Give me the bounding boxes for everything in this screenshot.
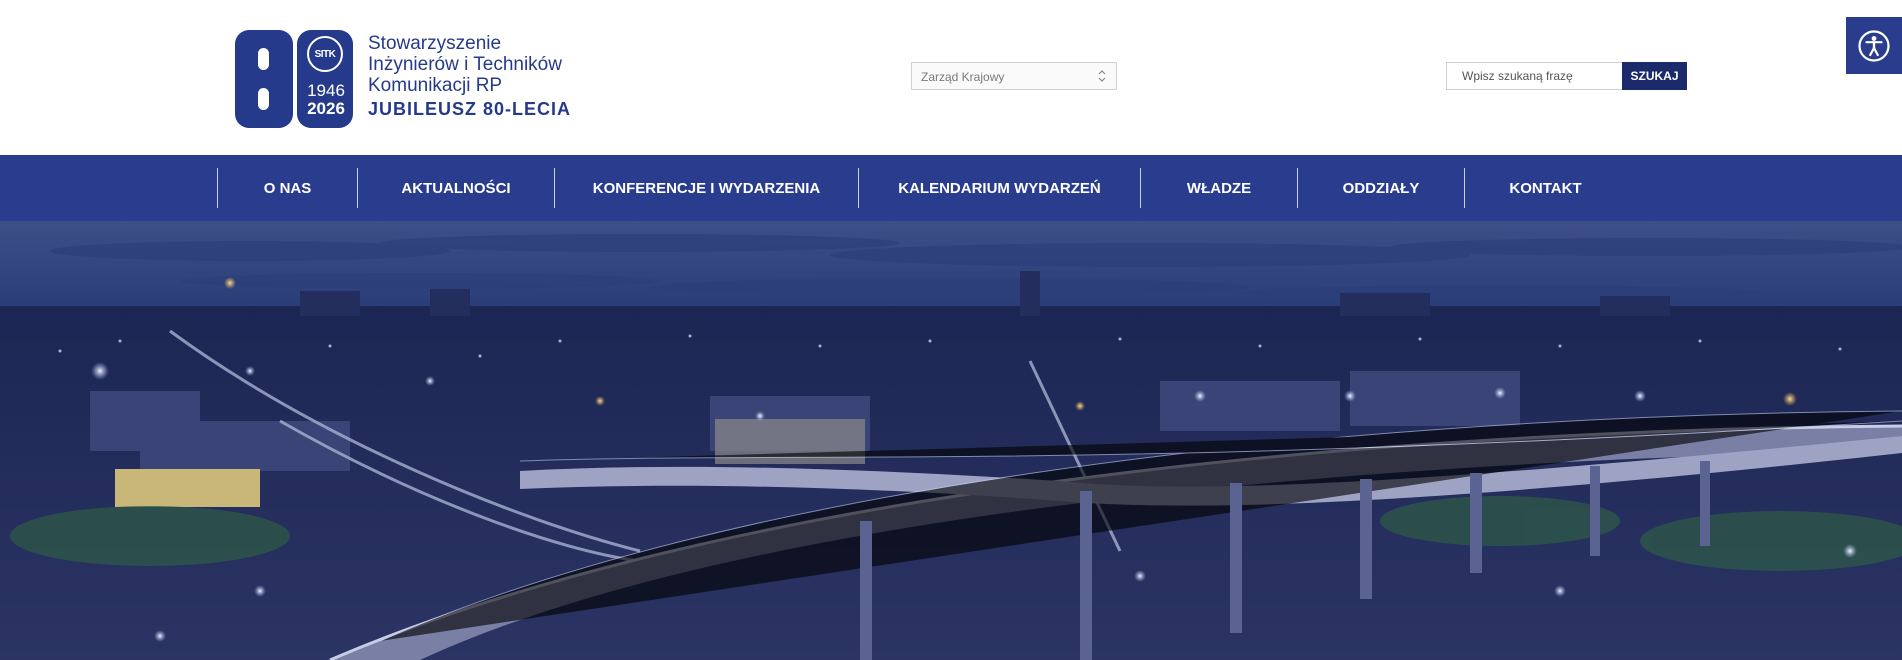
- nav-item-kontakt[interactable]: KONTAKT: [1465, 155, 1626, 221]
- site-logo[interactable]: SITK 1946 2026 Stowarzyszenie Inżynierów…: [235, 30, 570, 128]
- logo-seal: SITK: [307, 36, 343, 72]
- logo-digit-eight: [235, 30, 293, 128]
- search-button[interactable]: SZUKAJ: [1622, 62, 1687, 90]
- search-input[interactable]: [1447, 63, 1622, 89]
- nav-item-kalendarium[interactable]: KALENDARIUM WYDARZEŃ: [859, 155, 1140, 221]
- logo-year-start: 1946: [307, 81, 345, 100]
- select-arrows-icon: [1098, 70, 1106, 82]
- logo-year-end: 2026: [307, 99, 345, 118]
- logo-eighty-mark: SITK 1946 2026: [235, 30, 353, 128]
- logo-jubilee: JUBILEUSZ 80-LECIA: [368, 99, 572, 119]
- nav-item-oddzialy[interactable]: ODDZIAŁY: [1298, 155, 1464, 221]
- nav-item-o-nas[interactable]: O NAS: [218, 155, 357, 221]
- search-field: [1446, 62, 1623, 90]
- accessibility-icon: [1858, 29, 1890, 62]
- department-select[interactable]: Zarząd Krajowy: [911, 62, 1117, 90]
- department-select-value: Zarząd Krajowy: [921, 70, 1005, 84]
- logo-text: Stowarzyszenie Inżynierów i Techników Ko…: [368, 33, 571, 121]
- nav-item-wladze[interactable]: WŁADZE: [1141, 155, 1297, 221]
- hero-image-city-interchange: [0, 221, 1902, 660]
- nav-item-konferencje[interactable]: KONFERENCJE I WYDARZENIA: [555, 155, 858, 221]
- logo-line-3: Komunikacji RP: [368, 75, 503, 96]
- logo-line-1: Stowarzyszenie: [368, 33, 502, 54]
- site-header: SITK 1946 2026 Stowarzyszenie Inżynierów…: [0, 0, 1902, 155]
- accessibility-button[interactable]: [1846, 17, 1902, 74]
- logo-line-2: Inżynierów i Techników: [368, 54, 562, 75]
- main-nav: O NAS AKTUALNOŚCI KONFERENCJE I WYDARZEN…: [0, 155, 1902, 221]
- nav-item-aktualnosci[interactable]: AKTUALNOŚCI: [358, 155, 554, 221]
